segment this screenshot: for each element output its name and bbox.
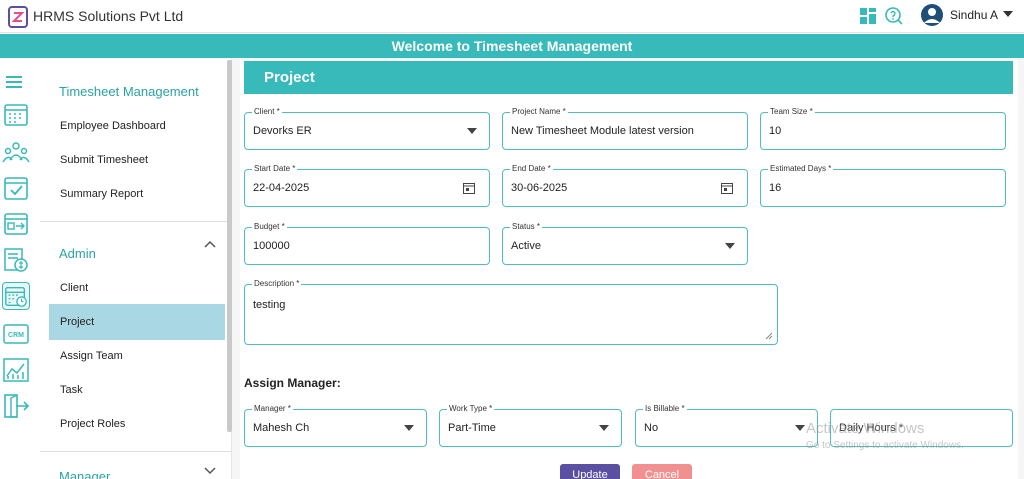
status-select[interactable]: Status * Active — [502, 222, 748, 265]
team-icon[interactable] — [2, 138, 30, 166]
is-billable-label: Is Billable * — [643, 404, 687, 414]
end-date-input[interactable]: End Date * 30-06-2025 — [502, 164, 748, 207]
project-name-input[interactable]: Project Name * New Timesheet Module late… — [502, 107, 748, 150]
start-date-label: Start Date * — [252, 164, 298, 174]
status-value: Active — [511, 240, 541, 252]
sidebar-item-project-roles[interactable]: Project Roles — [49, 406, 225, 442]
sidebar-divider — [40, 451, 231, 452]
description-label: Description * — [252, 279, 302, 289]
sidebar-nav: Timesheet Management Employee Dashboard … — [40, 58, 232, 479]
assign-manager-heading: Assign Manager: — [244, 376, 341, 390]
analytics-icon[interactable] — [2, 356, 30, 384]
icon-rail: CRM — [0, 58, 36, 479]
team-size-label: Team Size * — [768, 107, 815, 117]
budget-input[interactable]: Budget * 100000 — [244, 222, 490, 265]
resize-grip-icon[interactable] — [765, 332, 773, 340]
dropdown-arrow-icon — [725, 243, 735, 249]
user-avatar-icon[interactable] — [920, 3, 944, 27]
estimated-days-input[interactable]: Estimated Days * 16 — [760, 164, 1006, 207]
timesheet-icon[interactable] — [2, 282, 30, 310]
estimated-days-label: Estimated Days * — [768, 164, 834, 174]
project-name-label: Project Name * — [510, 107, 568, 117]
help-chat-icon[interactable] — [884, 6, 904, 26]
logout-icon[interactable] — [2, 392, 30, 420]
dropdown-arrow-icon — [467, 128, 477, 134]
client-select[interactable]: Client * Devorks ER — [244, 107, 490, 150]
dropdown-arrow-icon — [599, 425, 609, 431]
svg-text:CRM: CRM — [8, 332, 24, 339]
is-billable-value: No — [644, 422, 659, 434]
sidebar-item-project[interactable]: Project — [49, 304, 225, 340]
menu-icon[interactable] — [2, 68, 30, 96]
manager-select[interactable]: Manager * Mahesh Ch — [244, 404, 427, 447]
start-date-input[interactable]: Start Date * 22-04-2025 — [244, 164, 490, 207]
dashboard-grid-icon[interactable] — [858, 6, 878, 26]
crm-icon[interactable]: CRM — [2, 320, 30, 348]
description-value: testing — [253, 299, 286, 311]
cancel-button[interactable]: Cancel — [632, 464, 692, 479]
client-value: Devorks ER — [253, 125, 312, 137]
sidebar-section-timesheet[interactable]: Timesheet Management — [59, 84, 199, 99]
company-name: HRMS Solutions Pvt Ltd — [33, 8, 184, 24]
client-label: Client * — [252, 107, 282, 117]
manager-label: Manager * — [252, 404, 293, 414]
chevron-down-icon[interactable] — [204, 467, 216, 475]
project-name-value: New Timesheet Module latest version — [511, 125, 694, 137]
sidebar-item-submit-timesheet[interactable]: Submit Timesheet — [49, 142, 225, 178]
start-date-value: 22-04-2025 — [253, 182, 310, 194]
form-section-title: Project — [244, 61, 1013, 94]
exit-board-icon[interactable] — [2, 210, 30, 238]
sidebar-item-task[interactable]: Task — [49, 372, 225, 408]
sidebar-item-assign-team[interactable]: Assign Team — [49, 338, 225, 374]
sidebar-item-employee-dashboard[interactable]: Employee Dashboard — [49, 108, 225, 144]
end-date-label: End Date * — [510, 164, 553, 174]
activation-watermark-text: Go to Settings to activate Windows. — [806, 440, 964, 451]
team-size-value: 10 — [769, 125, 782, 137]
sidebar-section-manager[interactable]: Manager — [59, 469, 110, 479]
sidebar-item-summary-report[interactable]: Summary Report — [49, 176, 225, 212]
activation-watermark-title: Activate Windows — [806, 420, 925, 437]
is-billable-select[interactable]: Is Billable * No — [635, 404, 818, 447]
user-name[interactable]: Sindhu A — [950, 8, 998, 22]
team-size-input[interactable]: Team Size * 10 — [760, 107, 1006, 150]
work-type-select[interactable]: Work Type * Part-Time — [439, 404, 622, 447]
welcome-banner: Welcome to Timesheet Management — [0, 34, 1024, 58]
budget-value: 100000 — [253, 240, 290, 252]
checklist-icon[interactable] — [2, 174, 30, 202]
sidebar-divider — [40, 221, 231, 222]
payroll-icon[interactable] — [2, 246, 30, 274]
estimated-days-value: 16 — [769, 182, 782, 194]
chevron-up-icon[interactable] — [204, 240, 216, 248]
calendar-icon[interactable] — [2, 100, 30, 128]
sidebar-section-admin[interactable]: Admin — [59, 246, 96, 261]
status-label: Status * — [510, 222, 543, 232]
dropdown-arrow-icon — [795, 425, 805, 431]
calendar-picker-icon[interactable] — [463, 182, 475, 194]
chevron-down-icon[interactable] — [1002, 10, 1014, 18]
dropdown-arrow-icon — [404, 425, 414, 431]
budget-label: Budget * — [252, 222, 287, 232]
manager-value: Mahesh Ch — [253, 422, 310, 434]
update-button[interactable]: Update — [560, 464, 620, 479]
work-type-value: Part-Time — [448, 422, 496, 434]
sidebar-item-client[interactable]: Client — [49, 270, 225, 306]
work-type-label: Work Type * — [447, 404, 495, 414]
end-date-value: 30-06-2025 — [511, 182, 568, 194]
calendar-picker-icon[interactable] — [721, 182, 733, 194]
top-header: HRMS Solutions Pvt Ltd Sindhu A — [0, 0, 1024, 33]
company-logo-icon — [8, 6, 28, 28]
description-textarea[interactable]: Description * testing — [244, 279, 778, 345]
